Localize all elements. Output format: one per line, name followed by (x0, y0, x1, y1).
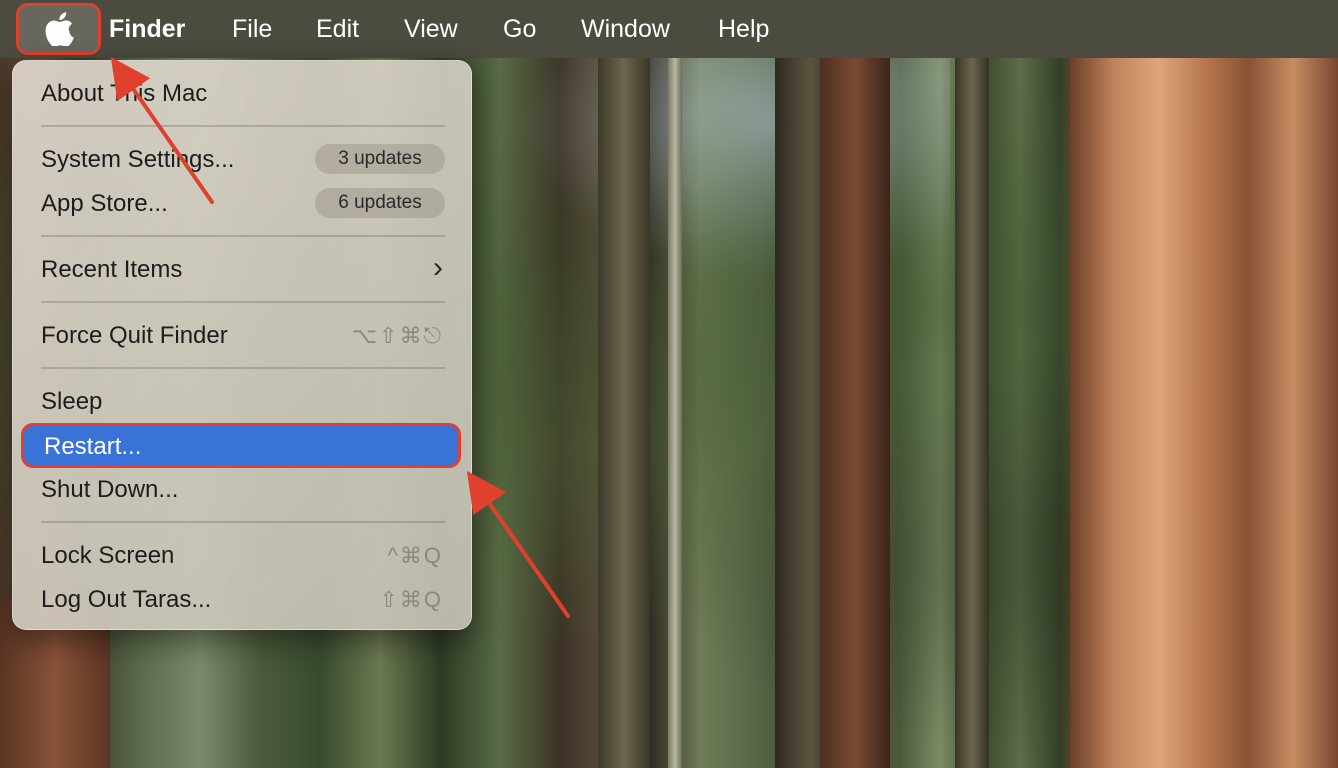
tree-trunk (775, 58, 845, 768)
force-quit-item[interactable]: Force Quit Finder (41, 321, 228, 351)
tree-trunk (598, 58, 650, 768)
menu-finder[interactable]: Finder (109, 13, 185, 45)
menu-window[interactable]: Window (581, 13, 670, 45)
shut-down-item[interactable]: Shut Down... (41, 475, 178, 505)
log-out-shortcut: ⇧⌘Q (379, 587, 443, 612)
lock-screen-item[interactable]: Lock Screen (41, 541, 174, 571)
apple-dropdown-menu: About This Mac System Settings... 3 upda… (12, 60, 472, 630)
sleep-item[interactable]: Sleep (41, 387, 102, 417)
app-store-updates-badge: 6 updates (315, 188, 445, 218)
log-out-item[interactable]: Log Out Taras... (41, 585, 211, 615)
sky-backdrop (520, 58, 950, 278)
menu-edit[interactable]: Edit (316, 13, 359, 45)
tree-trunk (668, 58, 682, 768)
tree-trunk (955, 58, 989, 768)
menu-help[interactable]: Help (718, 13, 769, 45)
apple-menu-button[interactable] (16, 3, 101, 55)
tree-trunk (1070, 58, 1338, 768)
menu-file[interactable]: File (232, 13, 272, 45)
apple-logo-icon (45, 12, 74, 46)
system-settings-item[interactable]: System Settings... (41, 145, 234, 175)
force-quit-shortcut: ⌥⇧⌘⎋ (351, 323, 443, 348)
app-store-item[interactable]: App Store... (41, 189, 168, 219)
lock-screen-shortcut: ^⌘Q (387, 543, 443, 568)
menu-bar: Finder File Edit View Go Window Help (0, 0, 1338, 58)
chevron-right-icon: › (433, 251, 445, 284)
menu-separator (41, 125, 445, 127)
menu-go[interactable]: Go (503, 13, 536, 45)
recent-items-item[interactable]: Recent Items (41, 255, 182, 285)
menu-separator (41, 301, 445, 303)
menu-separator (41, 367, 445, 369)
menu-separator (41, 235, 445, 237)
about-this-mac-item[interactable]: About This Mac (41, 79, 207, 109)
system-settings-updates-badge: 3 updates (315, 144, 445, 174)
arrow-to-restart (466, 470, 570, 618)
menu-view[interactable]: View (404, 13, 458, 45)
restart-item[interactable]: Restart... (21, 423, 461, 468)
restart-label: Restart... (44, 433, 142, 460)
menu-separator (41, 521, 445, 523)
tree-trunk (820, 58, 890, 768)
desktop: Finder File Edit View Go Window Help Abo… (0, 0, 1338, 768)
